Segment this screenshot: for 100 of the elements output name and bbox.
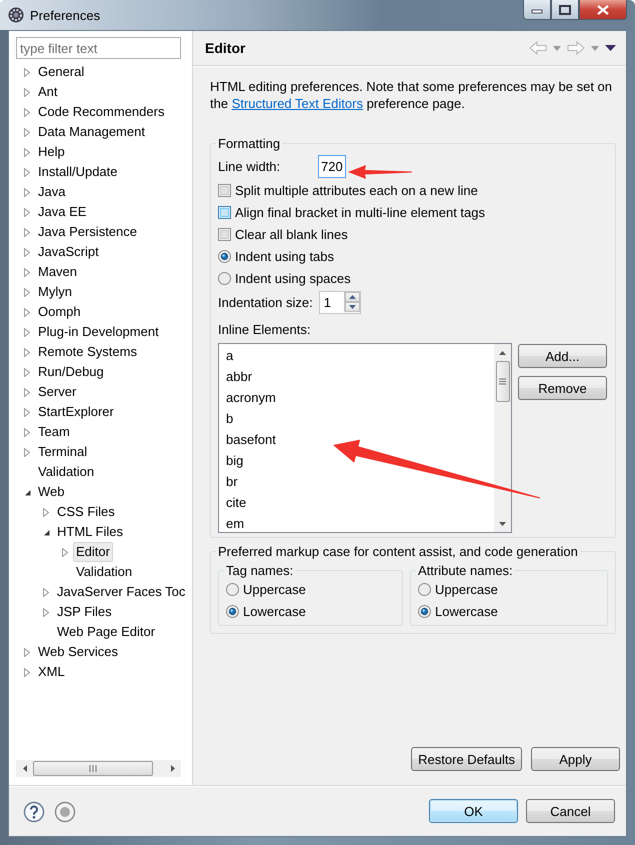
collapsed-icon[interactable] (24, 188, 30, 196)
list-item[interactable]: a (226, 345, 494, 366)
forward-arrow-icon[interactable] (567, 41, 585, 55)
collapsed-icon[interactable] (24, 68, 30, 76)
collapsed-icon[interactable] (24, 228, 30, 236)
preference-link[interactable]: Structured Text Editors (232, 96, 363, 111)
list-item[interactable]: basefont (226, 429, 494, 450)
scroll-right-icon[interactable] (170, 765, 174, 772)
scroll-down-icon[interactable] (499, 522, 506, 526)
tree-item[interactable]: Java (35, 182, 68, 202)
tree-item[interactable]: Oomph (35, 302, 84, 322)
tree-item[interactable]: Team (35, 422, 73, 442)
tree-item[interactable]: Validation (73, 562, 136, 582)
collapsed-icon[interactable] (43, 588, 49, 596)
dialog-button[interactable]: OK (429, 799, 518, 823)
radio-button[interactable] (418, 582, 431, 596)
radio-button[interactable] (226, 604, 239, 618)
collapsed-icon[interactable] (62, 548, 68, 556)
tree-item[interactable]: Web (35, 482, 68, 502)
list-item[interactable]: acronym (226, 387, 494, 408)
vertical-scrollbar[interactable] (494, 344, 511, 532)
tree-item[interactable]: Run/Debug (35, 362, 107, 382)
minimize-button[interactable] (523, 0, 551, 20)
filter-field[interactable]: type filter text (16, 37, 181, 59)
collapsed-icon[interactable] (43, 508, 49, 516)
tree-item[interactable]: Web Page Editor (54, 622, 158, 642)
collapsed-icon[interactable] (24, 208, 30, 216)
tree-item[interactable]: Validation (35, 462, 98, 482)
maximize-button[interactable] (551, 0, 579, 20)
horizontal-scrollbar[interactable] (16, 760, 181, 777)
collapsed-icon[interactable] (24, 668, 30, 676)
radio-button[interactable] (418, 604, 431, 618)
tree-item[interactable]: Install/Update (35, 162, 120, 182)
collapsed-icon[interactable] (24, 448, 30, 456)
inline-elements-list[interactable]: a abbr acronym b basefont big br cite em (218, 343, 512, 533)
list-button[interactable]: Add... (518, 344, 607, 368)
line-width-field[interactable]: 720 (318, 154, 346, 178)
tree-item[interactable]: Help (35, 142, 68, 162)
spin-down-icon[interactable] (348, 305, 356, 309)
list-item[interactable]: b (226, 408, 494, 429)
dialog-button[interactable]: Cancel (526, 799, 615, 823)
collapsed-icon[interactable] (24, 428, 30, 436)
collapsed-icon[interactable] (24, 248, 30, 256)
list-item[interactable]: cite (226, 492, 494, 513)
tree-item[interactable]: JavaServer Faces Toc (54, 582, 188, 602)
list-item[interactable]: br (226, 471, 494, 492)
collapsed-icon[interactable] (24, 348, 30, 356)
tree-item[interactable]: XML (35, 662, 68, 682)
tree-item[interactable]: Data Management (35, 122, 148, 142)
tree-item[interactable]: StartExplorer (35, 402, 117, 422)
collapsed-icon[interactable] (43, 608, 49, 616)
radio-button[interactable] (218, 250, 231, 262)
scroll-up-icon[interactable] (499, 350, 506, 354)
tree-item[interactable]: Editor (73, 542, 113, 562)
list-item[interactable]: abbr (226, 366, 494, 387)
radio-button[interactable] (218, 272, 231, 284)
tree-item[interactable]: Java Persistence (35, 222, 140, 242)
list-item[interactable]: em (226, 513, 494, 534)
spin-up-icon[interactable] (348, 295, 356, 299)
collapsed-icon[interactable] (24, 148, 30, 156)
scroll-left-icon[interactable] (22, 765, 26, 772)
checkbox[interactable] (218, 228, 231, 240)
dropdown-icon[interactable] (591, 46, 599, 50)
spinner-field[interactable]: 1 (318, 290, 361, 314)
radio-button[interactable] (226, 582, 239, 596)
help-icon[interactable] (23, 801, 45, 823)
collapsed-icon[interactable] (24, 648, 30, 656)
tree-item[interactable]: Web Services (35, 642, 121, 662)
tree-item[interactable]: JSP Files (54, 602, 115, 622)
tree-item[interactable]: Ant (35, 82, 61, 102)
collapsed-icon[interactable] (24, 108, 30, 116)
record-icon[interactable] (54, 801, 76, 823)
tree-item[interactable]: Maven (35, 262, 80, 282)
expanded-icon[interactable] (24, 488, 31, 496)
collapsed-icon[interactable] (24, 328, 30, 336)
collapsed-icon[interactable] (24, 168, 30, 176)
tree-item[interactable]: Server (35, 382, 80, 402)
expanded-icon[interactable] (43, 528, 50, 536)
tree-item[interactable]: JavaScript (35, 242, 102, 262)
tree-item[interactable]: Remote Systems (35, 342, 140, 362)
collapsed-icon[interactable] (24, 268, 30, 276)
collapsed-icon[interactable] (24, 308, 30, 316)
collapsed-icon[interactable] (24, 88, 30, 96)
tree-item[interactable]: Terminal (35, 442, 90, 462)
back-arrow-icon[interactable] (529, 41, 547, 55)
collapsed-icon[interactable] (24, 408, 30, 416)
menu-icon[interactable] (605, 45, 616, 51)
list-button[interactable]: Remove (518, 376, 607, 400)
collapsed-icon[interactable] (24, 368, 30, 376)
tree-item[interactable]: Mylyn (35, 282, 75, 302)
collapsed-icon[interactable] (24, 128, 30, 136)
checkbox[interactable] (218, 184, 231, 196)
collapsed-icon[interactable] (24, 288, 30, 296)
close-button[interactable] (579, 0, 627, 20)
tree-item[interactable]: Java EE (35, 202, 90, 222)
page-button[interactable]: Restore Defaults (411, 747, 522, 771)
collapsed-icon[interactable] (24, 388, 30, 396)
checkbox[interactable] (218, 206, 231, 218)
tree-item[interactable]: HTML Files (54, 522, 126, 542)
list-item[interactable]: big (226, 450, 494, 471)
